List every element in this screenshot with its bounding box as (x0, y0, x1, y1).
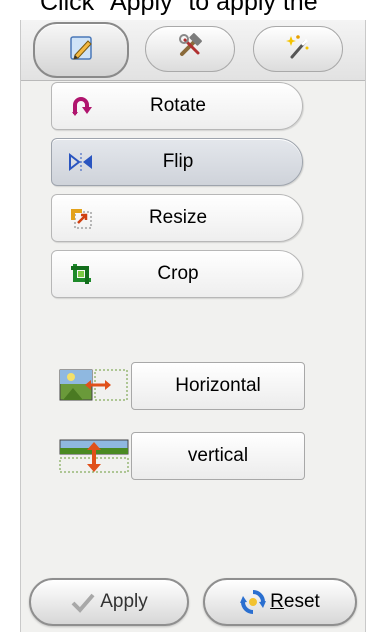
vertical-button[interactable]: vertical (131, 432, 305, 480)
pencil-icon (66, 33, 96, 68)
refresh-icon (240, 589, 267, 615)
apply-button[interactable]: Apply (29, 578, 189, 626)
resize-button[interactable]: Resize (51, 194, 303, 242)
horizontal-button[interactable]: Horizontal (131, 362, 305, 410)
flip-vertical-row: vertical (59, 432, 309, 480)
apply-label: Apply (100, 591, 148, 612)
reset-label: Reset (270, 591, 320, 612)
image-edit-panel: Rotate Flip Resize Crop Horizontal verti… (20, 20, 366, 632)
flip-label: Flip (162, 151, 194, 172)
crop-label: Crop (157, 263, 199, 284)
rotate-button[interactable]: Rotate (51, 82, 303, 130)
tab-edit[interactable] (33, 22, 129, 78)
flip-vertical-icon (59, 438, 129, 474)
flip-button[interactable]: Flip (51, 138, 303, 186)
crop-icon (68, 261, 94, 287)
hammer-wrench-icon (175, 32, 205, 67)
flip-icon (68, 149, 94, 175)
rotate-icon (68, 93, 94, 119)
reset-button[interactable]: Reset (203, 578, 357, 626)
tab-bar (21, 20, 365, 81)
crop-button[interactable]: Crop (51, 250, 303, 298)
instruction-caption: Click "Apply" to apply the (40, 0, 318, 16)
tab-tools[interactable] (145, 26, 235, 72)
rotate-label: Rotate (150, 95, 206, 116)
resize-icon (68, 205, 94, 231)
flip-horizontal-row: Horizontal (59, 362, 309, 410)
tab-effects[interactable] (253, 26, 343, 72)
magic-wand-icon (283, 32, 313, 67)
resize-label: Resize (148, 207, 208, 228)
flip-horizontal-icon (59, 368, 129, 404)
checkmark-icon (70, 589, 96, 615)
